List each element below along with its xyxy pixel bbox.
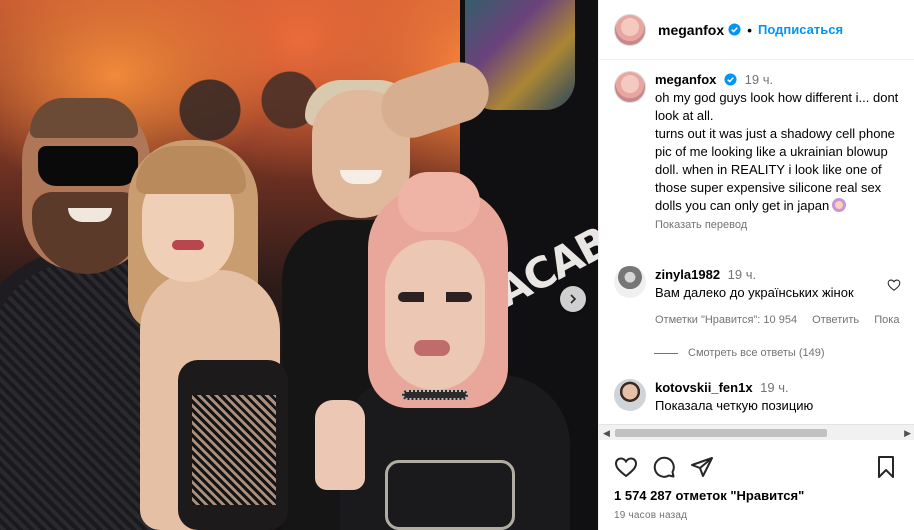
caption-text: oh my god guys look how different i... d… xyxy=(655,90,899,213)
sunglasses xyxy=(38,146,138,186)
caption-author-avatar[interactable] xyxy=(614,71,646,103)
bookmark-icon xyxy=(878,456,894,478)
comment-button[interactable] xyxy=(651,454,677,480)
person-3-mesh xyxy=(192,395,276,505)
view-replies-label: Смотреть все ответы (149) xyxy=(688,347,825,359)
commenter-avatar[interactable] xyxy=(614,379,646,411)
scroll-left-arrow-icon[interactable]: ◀ xyxy=(603,428,610,438)
reply-button[interactable]: Ответить xyxy=(812,314,859,326)
share-button[interactable] xyxy=(689,454,715,480)
scroll-right-arrow-icon[interactable]: ▶ xyxy=(904,428,911,438)
caption-username[interactable]: meganfox xyxy=(655,72,716,87)
comment-item: zinyla1982 19 ч. Вам далеко до українськ… xyxy=(614,266,914,326)
scrollbar-thumb[interactable] xyxy=(615,429,827,437)
save-button[interactable] xyxy=(873,454,899,480)
person-3-bangs xyxy=(136,146,246,194)
post-header: meganfox • Подписаться xyxy=(599,0,914,60)
translate-comment-button[interactable]: Пока xyxy=(874,314,899,326)
commenter-avatar[interactable] xyxy=(614,266,646,298)
commenter-username[interactable]: kotovskii_fen1x xyxy=(655,380,753,395)
person-4-face xyxy=(385,240,485,390)
author-username[interactable]: meganfox xyxy=(658,22,724,38)
comment-text: Вам далеко до українських жінок xyxy=(655,285,854,300)
chevron-right-icon xyxy=(570,294,577,304)
person-4-choker xyxy=(402,390,468,400)
post-photo[interactable]: LACAB xyxy=(0,0,598,530)
person-4-shirt-print xyxy=(385,460,515,530)
person-3-lips xyxy=(172,240,204,250)
commenter-username[interactable]: zinyla1982 xyxy=(655,267,720,282)
paper-plane-icon xyxy=(691,457,713,477)
verified-badge-icon xyxy=(724,73,737,86)
comment-time[interactable]: 19 ч. xyxy=(760,380,788,395)
carousel-next-button[interactable] xyxy=(560,286,586,312)
post-actions xyxy=(599,444,914,490)
horizontal-scrollbar[interactable]: ◀ ▶ xyxy=(599,424,914,440)
translate-caption-button[interactable]: Показать перевод xyxy=(655,219,909,231)
woman-shrugging-emoji-icon xyxy=(832,198,847,212)
likes-count[interactable]: 1 574 287 отметок "Нравится" xyxy=(614,488,804,503)
comment-text: Показала четкую позицию xyxy=(655,398,814,413)
post-timestamp[interactable]: 19 часов назад xyxy=(614,510,687,521)
person-4-eyes xyxy=(398,292,472,302)
comment-icon xyxy=(653,456,675,478)
verified-badge-icon xyxy=(728,23,741,36)
person-4-peace-hand xyxy=(315,400,365,490)
caption-time[interactable]: 19 ч. xyxy=(745,72,773,87)
comment-time[interactable]: 19 ч. xyxy=(728,267,756,282)
comment-item: kotovskii_fen1x 19 ч. Показала четкую по… xyxy=(614,379,914,415)
author-avatar[interactable] xyxy=(614,13,646,46)
heart-icon xyxy=(614,457,638,478)
replies-rule xyxy=(654,352,678,354)
person-4-lips xyxy=(414,340,450,356)
person-4-hair-bun xyxy=(398,172,480,232)
follow-button[interactable]: Подписаться xyxy=(758,22,843,37)
post-side-panel: meganfox • Подписаться meganfox 19 ч. oh… xyxy=(598,0,914,530)
person-1-hair xyxy=(30,98,138,138)
view-replies-button[interactable]: Смотреть все ответы (149) xyxy=(654,347,825,359)
comment-likes-count[interactable]: Отметки "Нравится": 10 954 xyxy=(655,314,797,326)
separator-dot: • xyxy=(747,21,753,38)
comments-list[interactable]: meganfox 19 ч. oh my god guys look how d… xyxy=(599,61,914,425)
like-button[interactable] xyxy=(613,454,639,480)
post-caption: meganfox 19 ч. oh my god guys look how d… xyxy=(614,71,909,231)
like-comment-icon[interactable] xyxy=(887,278,901,292)
